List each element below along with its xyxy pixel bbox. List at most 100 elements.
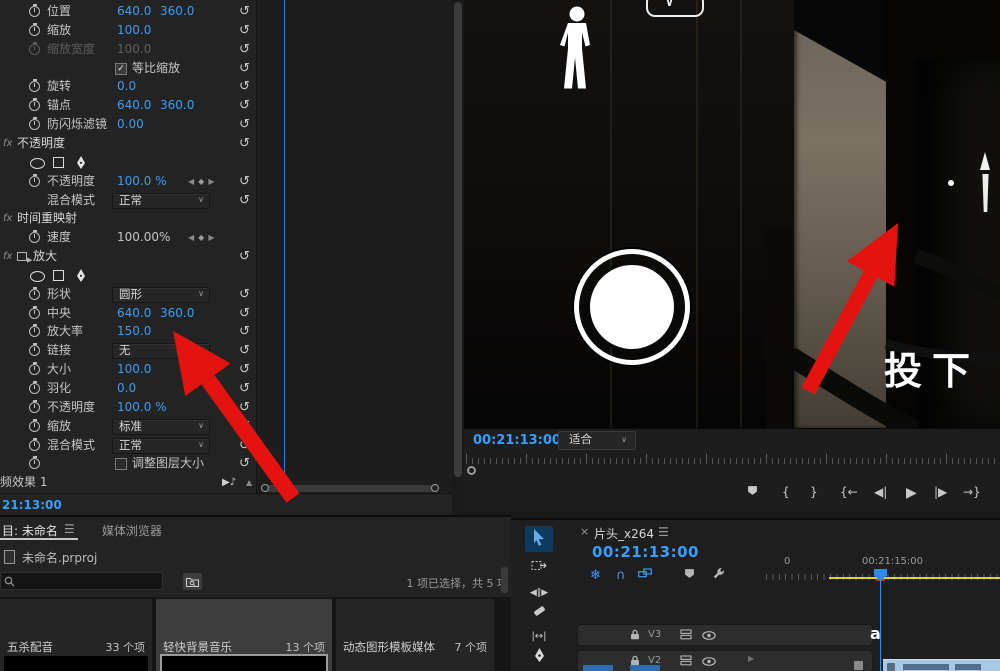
reset-icon[interactable]: ↺ xyxy=(239,285,250,304)
slip-tool[interactable]: |↔| xyxy=(525,626,553,648)
selected-clip[interactable] xyxy=(883,659,1000,671)
stopwatch-icon[interactable] xyxy=(29,308,40,319)
dropdown[interactable]: 标准∨ xyxy=(112,419,210,435)
bin-thumbnail[interactable] xyxy=(4,656,148,671)
reset-icon[interactable]: ↺ xyxy=(239,398,250,417)
checkbox[interactable] xyxy=(115,458,127,470)
stopwatch-icon[interactable] xyxy=(29,402,40,413)
stopwatch-icon[interactable] xyxy=(29,458,40,469)
property-value[interactable]: 360.0 xyxy=(160,2,194,21)
bin-name[interactable]: 动态图形模板媒体 xyxy=(343,639,435,655)
bin-name[interactable]: 轻快背景音乐 xyxy=(163,639,232,655)
reset-icon[interactable]: ↺ xyxy=(239,40,250,59)
project-bin[interactable]: 轻快背景音乐13 个项 xyxy=(156,599,332,671)
zoom-level-select[interactable]: 适合 ∨ xyxy=(558,431,636,450)
property-value[interactable]: 100.0 % xyxy=(117,398,167,417)
reset-icon[interactable]: ↺ xyxy=(239,304,250,323)
reset-icon[interactable]: ↺ xyxy=(239,454,250,473)
stopwatch-icon[interactable] xyxy=(29,345,40,356)
project-bin[interactable]: 五杀配音33 个项 xyxy=(0,599,152,671)
stopwatch-icon[interactable] xyxy=(29,25,40,36)
stopwatch-icon[interactable] xyxy=(29,44,40,55)
stopwatch-icon[interactable] xyxy=(29,119,40,130)
property-value[interactable]: 0.0 xyxy=(117,379,136,398)
property-value[interactable]: 360.0 xyxy=(160,96,194,115)
stopwatch-icon[interactable] xyxy=(29,440,40,451)
eye-icon[interactable] xyxy=(702,629,716,643)
reset-icon[interactable]: ↺ xyxy=(239,379,250,398)
bin-thumbnail[interactable] xyxy=(160,654,328,671)
property-value[interactable]: 100.0 xyxy=(117,40,151,59)
reset-icon[interactable]: ↺ xyxy=(239,21,250,40)
dropdown[interactable]: 圆形∨ xyxy=(112,287,210,303)
dropdown[interactable]: 正常∨ xyxy=(112,193,210,209)
timeline-settings-icon[interactable] xyxy=(712,568,725,585)
reset-icon[interactable]: ↺ xyxy=(239,341,250,360)
step-forward-button[interactable]: |▶ xyxy=(934,485,947,499)
reset-icon[interactable]: ↺ xyxy=(239,247,250,266)
stopwatch-icon[interactable] xyxy=(29,81,40,92)
reset-icon[interactable]: ↺ xyxy=(239,96,250,115)
snap-toggle-icon[interactable]: ∩ xyxy=(616,568,626,583)
tab-project[interactable]: 目: 未命名 xyxy=(2,522,58,539)
sync-lock-icon[interactable] xyxy=(680,629,692,643)
footer-label[interactable]: 频效果 1 xyxy=(0,473,47,492)
stopwatch-icon[interactable] xyxy=(29,364,40,375)
project-bin[interactable]: 动态图形模板媒体7 个项 xyxy=(336,599,494,671)
stopwatch-icon[interactable] xyxy=(29,6,40,17)
reset-icon[interactable]: ↺ xyxy=(239,172,250,191)
property-value[interactable]: 150.0 xyxy=(117,322,151,341)
effect-header-label[interactable]: 放大 xyxy=(33,247,57,266)
property-value[interactable]: 640.0 xyxy=(117,304,151,323)
timeline-timecode[interactable]: 00:21:13:00 xyxy=(592,543,699,561)
search-input[interactable] xyxy=(0,572,163,590)
monitor-playhead[interactable] xyxy=(467,466,476,475)
effect-header-label[interactable]: 时间重映射 xyxy=(17,209,77,228)
add-marker-button[interactable] xyxy=(747,485,758,499)
stopwatch-icon[interactable] xyxy=(29,232,40,243)
property-value[interactable]: 0.0 xyxy=(117,77,136,96)
linked-selection-toggle-icon[interactable] xyxy=(638,568,652,583)
nest-toggle-icon[interactable]: ❄ xyxy=(590,568,601,583)
timeline-clip[interactable] xyxy=(583,665,613,671)
reset-icon[interactable]: ↺ xyxy=(239,59,250,78)
find-button[interactable] xyxy=(183,573,202,590)
property-value[interactable]: 100.0 % xyxy=(117,172,167,191)
eye-icon[interactable] xyxy=(702,655,716,669)
ellipse-mask-icon[interactable] xyxy=(30,158,45,169)
effect-keyframe-area[interactable] xyxy=(256,0,453,493)
project-file-name[interactable]: 未命名.prproj xyxy=(22,549,97,566)
property-value[interactable]: 100.0 xyxy=(117,21,151,40)
selection-tool[interactable] xyxy=(525,526,553,552)
zoom-bar-left-handle[interactable] xyxy=(261,484,269,492)
stopwatch-icon[interactable] xyxy=(29,326,40,337)
stopwatch-icon[interactable] xyxy=(29,100,40,111)
reset-icon[interactable]: ↺ xyxy=(239,134,250,153)
stopwatch-icon[interactable] xyxy=(29,383,40,394)
reset-icon[interactable]: ↺ xyxy=(239,115,250,134)
mark-in-button[interactable]: { xyxy=(782,485,790,499)
track-name[interactable]: V3 xyxy=(648,629,661,640)
track-select-forward-tool[interactable] xyxy=(525,558,553,580)
reset-icon[interactable]: ↺ xyxy=(239,2,250,21)
reset-icon[interactable]: ↺ xyxy=(239,360,250,379)
effect-panel-playhead[interactable] xyxy=(284,0,285,493)
property-value[interactable]: 640.0 xyxy=(117,96,151,115)
stopwatch-icon[interactable] xyxy=(29,289,40,300)
step-back-button[interactable]: ◀| xyxy=(874,485,887,499)
expand-icon[interactable]: ▶ xyxy=(748,654,754,663)
reset-icon[interactable]: ↺ xyxy=(239,191,250,210)
effect-header-label[interactable]: 不透明度 xyxy=(17,134,65,153)
scroll-up-icon[interactable]: ▲ xyxy=(246,473,252,492)
keyframe-nav[interactable]: ◀◆▶ xyxy=(188,172,234,191)
tab-media-browser[interactable]: 媒体浏览器 xyxy=(102,522,162,539)
dropdown[interactable]: 正常∨ xyxy=(112,438,210,454)
play-audio-icon[interactable]: ▶♪ xyxy=(222,473,236,492)
property-value[interactable]: 640.0 xyxy=(117,2,151,21)
reset-icon[interactable]: ↺ xyxy=(239,322,250,341)
razor-tool[interactable] xyxy=(525,604,553,626)
panel-menu-icon[interactable]: ☰ xyxy=(64,522,75,536)
keyframe-nav[interactable]: ◀◆▶ xyxy=(188,228,234,247)
ripple-edit-tool[interactable]: ◀‖▶ xyxy=(525,582,553,604)
effects-timecode[interactable]: 21:13:00 xyxy=(2,498,62,512)
